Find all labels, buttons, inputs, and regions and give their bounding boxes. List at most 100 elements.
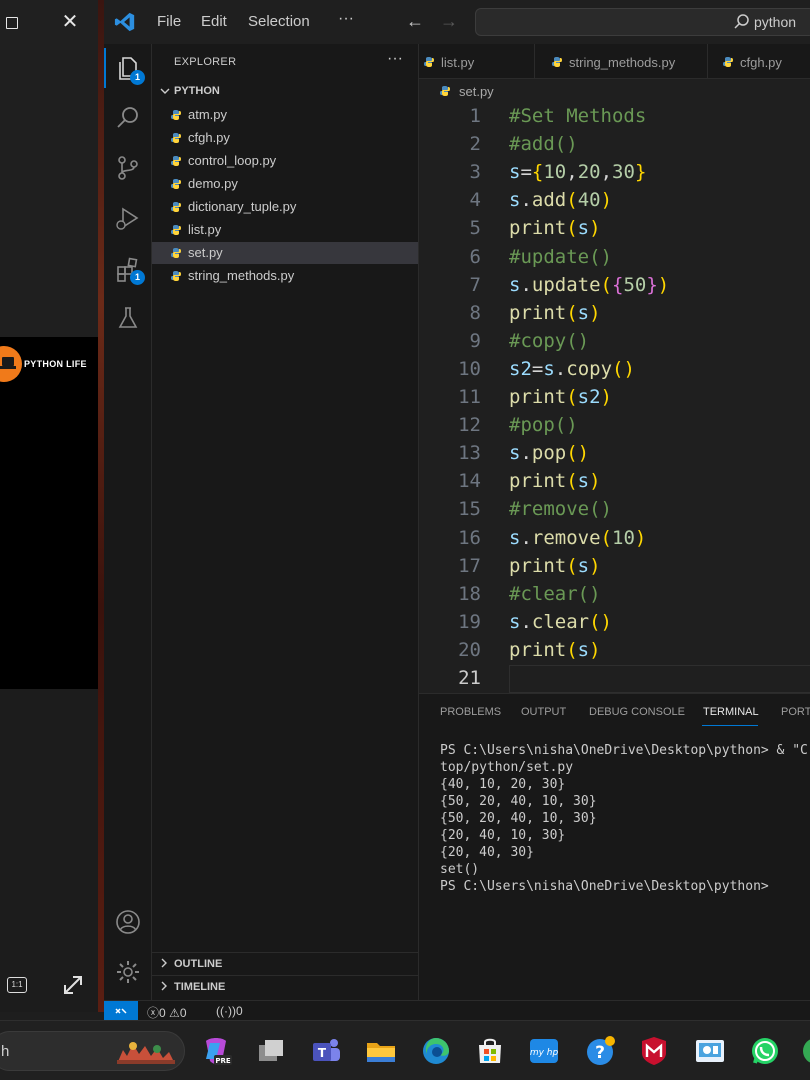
line-number: 16 bbox=[458, 526, 481, 549]
terminal-line: set() bbox=[440, 862, 480, 877]
code-token: = bbox=[531, 357, 544, 380]
account-icon[interactable] bbox=[114, 908, 142, 936]
code-editor[interactable]: 1 #Set Methods 2 #add() 3 s={10,20,30} 4 s.add(… bbox=[419, 103, 810, 693]
breadcrumb[interactable]: set.py bbox=[419, 79, 810, 103]
line-number: 8 bbox=[469, 301, 481, 324]
hp-support-icon[interactable] bbox=[694, 1035, 726, 1067]
terminal-line: {20, 40, 10, 30} bbox=[440, 828, 566, 843]
file-item[interactable]: cfgh.py bbox=[152, 127, 418, 149]
file-item[interactable]: list.py bbox=[152, 219, 418, 241]
code-token: s bbox=[509, 442, 521, 465]
task-view-icon[interactable] bbox=[255, 1035, 287, 1067]
run-debug-icon[interactable] bbox=[114, 204, 142, 232]
file-item[interactable]: control_loop.py bbox=[152, 150, 418, 172]
tab-list-py[interactable]: list.py bbox=[419, 44, 535, 79]
taskbar-search[interactable]: h bbox=[0, 1031, 185, 1071]
tab-cfgh-py[interactable]: cfgh.py bbox=[708, 44, 810, 79]
line-number: 14 bbox=[458, 470, 481, 493]
file-item[interactable]: dictionary_tuple.py bbox=[152, 196, 418, 218]
code-token: s bbox=[577, 217, 590, 240]
video-frame[interactable]: PYTHON LIFE bbox=[0, 337, 98, 689]
folder-python[interactable]: PYTHON bbox=[158, 82, 418, 102]
python-file-icon bbox=[171, 271, 181, 281]
menu-selection[interactable]: Selection bbox=[248, 13, 310, 30]
copilot-icon[interactable]: PRE bbox=[200, 1035, 232, 1067]
help-icon[interactable]: ? bbox=[584, 1035, 616, 1067]
code-token: copy bbox=[566, 357, 613, 380]
terminal-line: PS C:\Users\nisha\OneDrive\Desktop\pytho… bbox=[440, 879, 769, 894]
activity-explorer[interactable]: 1 bbox=[104, 44, 152, 92]
line-number: 7 bbox=[469, 273, 481, 296]
code-token: #update() bbox=[509, 245, 612, 268]
mcafee-icon[interactable] bbox=[638, 1035, 670, 1067]
myhp-icon[interactable]: my hp bbox=[528, 1035, 560, 1067]
vscode-logo-icon bbox=[114, 12, 135, 32]
partial-app-icon[interactable] bbox=[800, 1035, 810, 1067]
file-explorer-icon[interactable] bbox=[365, 1035, 397, 1067]
code-line: s.remove(10) bbox=[509, 527, 646, 549]
video-player-window: ✕ PYTHON LIFE 1:1 bbox=[0, 0, 100, 1012]
explorer-more-button[interactable]: ··· bbox=[387, 50, 403, 68]
file-item[interactable]: set.py bbox=[152, 242, 418, 264]
search-icon[interactable] bbox=[114, 104, 142, 132]
code-token: ( bbox=[600, 273, 612, 296]
back-arrow-icon[interactable]: ← bbox=[406, 11, 424, 32]
code-token: { bbox=[612, 273, 624, 296]
terminal-output[interactable]: PS C:\Users\nisha\OneDrive\Desktop\pytho… bbox=[440, 742, 810, 895]
code-token: . bbox=[520, 189, 532, 212]
code-token: 30 bbox=[612, 161, 635, 184]
panel-tab-ports[interactable]: PORTS bbox=[781, 706, 810, 718]
maximize-icon[interactable] bbox=[6, 17, 18, 29]
aspect-ratio-button[interactable]: 1:1 bbox=[7, 977, 27, 993]
forward-arrow-icon[interactable]: → bbox=[440, 11, 458, 32]
error-status[interactable]: ⓧ0 ⚠0 bbox=[147, 1004, 187, 1021]
command-center-search[interactable]: python bbox=[475, 8, 810, 36]
file-item[interactable]: demo.py bbox=[152, 173, 418, 195]
microsoft-store-icon[interactable] bbox=[474, 1035, 506, 1067]
tab-label: string_methods.py bbox=[569, 55, 676, 70]
line-number: 1 bbox=[469, 105, 481, 127]
code-token: remove bbox=[531, 526, 601, 549]
line-number: 10 bbox=[458, 357, 481, 380]
code-token: ( bbox=[566, 386, 578, 408]
panel-tab-terminal[interactable]: TERMINAL bbox=[703, 706, 759, 718]
code-line: s.pop() bbox=[509, 442, 589, 464]
code-token: 50 bbox=[623, 273, 647, 296]
file-item[interactable]: atm.py bbox=[152, 104, 418, 126]
file-item[interactable]: string_methods.py bbox=[152, 265, 418, 287]
video-controls-area bbox=[0, 689, 100, 1012]
timeline-label: TIMELINE bbox=[174, 981, 226, 993]
terminal-line: {50, 20, 40, 10, 30} bbox=[440, 811, 597, 826]
code-line: s.clear() bbox=[509, 611, 612, 633]
tab-label: cfgh.py bbox=[740, 55, 782, 70]
outline-section[interactable]: OUTLINE bbox=[152, 952, 418, 974]
gear-icon[interactable] bbox=[114, 958, 142, 986]
whatsapp-icon[interactable] bbox=[749, 1035, 781, 1067]
code-token: print bbox=[509, 638, 567, 661]
current-line-highlight bbox=[509, 665, 810, 693]
panel-tab-output[interactable]: OUTPUT bbox=[521, 706, 566, 718]
code-token: s bbox=[577, 301, 590, 324]
code-token: 40 bbox=[577, 189, 601, 212]
activity-extensions[interactable]: 1 bbox=[104, 252, 152, 292]
panel-tab-debug-console[interactable]: DEBUG CONSOLE bbox=[589, 706, 685, 718]
remote-icon bbox=[115, 1008, 127, 1014]
teams-icon[interactable]: T bbox=[310, 1035, 342, 1067]
source-control-icon[interactable] bbox=[114, 154, 142, 182]
expand-icon[interactable] bbox=[62, 974, 84, 996]
panel-tab-problems[interactable]: PROBLEMS bbox=[440, 706, 501, 718]
close-icon[interactable]: ✕ bbox=[60, 12, 80, 32]
svg-text:my hp: my hp bbox=[530, 1048, 559, 1058]
testing-flask-icon[interactable] bbox=[114, 304, 142, 332]
menu-edit[interactable]: Edit bbox=[201, 13, 227, 30]
code-token: s bbox=[509, 189, 521, 212]
tab-string-methods-py[interactable]: string_methods.py bbox=[535, 44, 708, 79]
ports-status[interactable]: ((·))0 bbox=[216, 1004, 243, 1018]
menu-more[interactable]: ··· bbox=[338, 10, 354, 28]
remote-indicator[interactable] bbox=[104, 1001, 138, 1021]
code-token: () bbox=[612, 357, 635, 380]
line-number: 2 bbox=[469, 133, 481, 156]
menu-file[interactable]: File bbox=[157, 13, 181, 30]
edge-browser-icon[interactable] bbox=[420, 1035, 452, 1067]
timeline-section[interactable]: TIMELINE bbox=[152, 975, 418, 997]
